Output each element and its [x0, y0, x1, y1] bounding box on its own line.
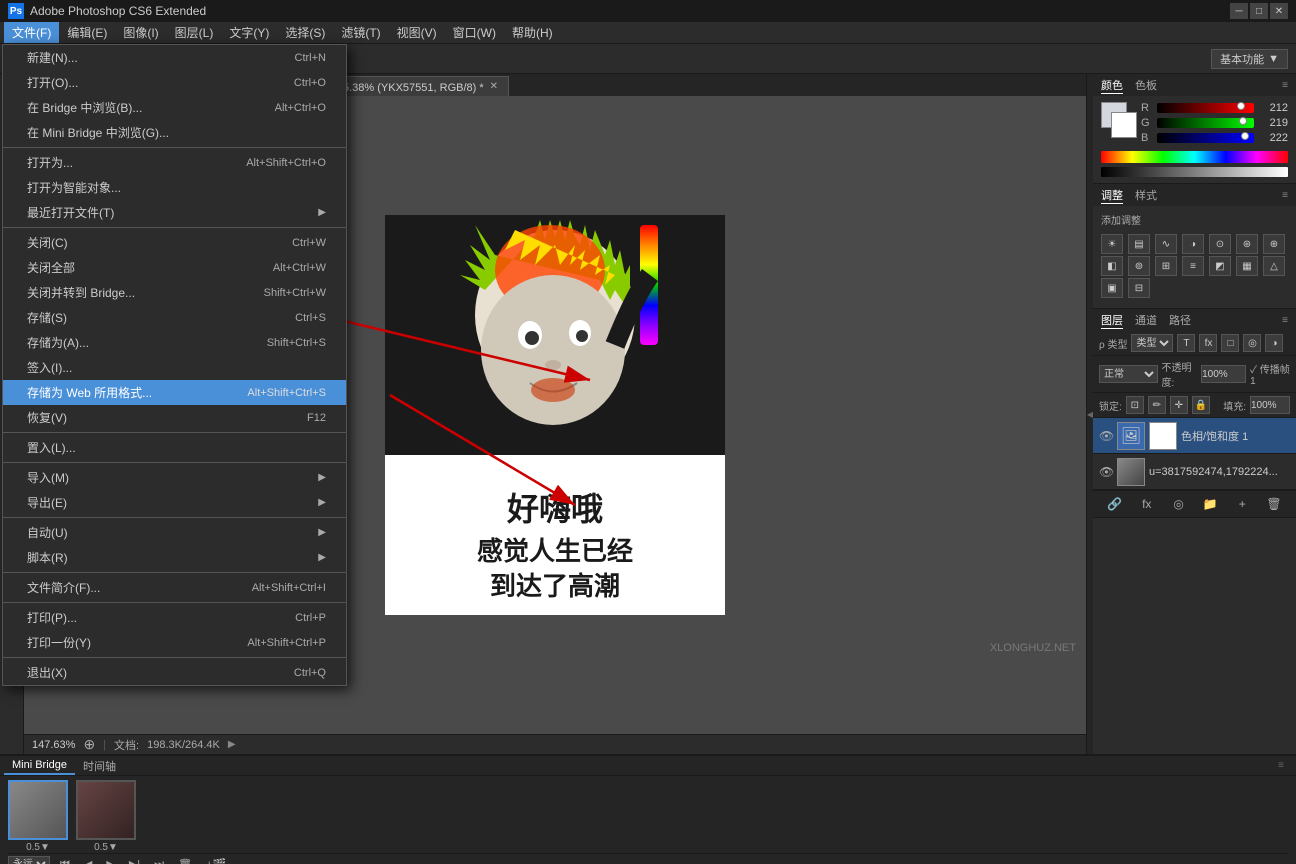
- mini-bridge-content: 0.5▼ 0.5▼ 永远 ⏮ ◀ ▶ ▶| ⏭ 🗑: [0, 776, 1296, 864]
- menu-close-bridge-shortcut: Shift+Ctrl+W: [264, 287, 326, 299]
- sep4: [3, 462, 346, 463]
- menu-recent[interactable]: 最近打开文件(T) ▶: [3, 200, 346, 225]
- nav-next-btn[interactable]: ▶|: [125, 857, 144, 864]
- menu-arrow-annotation: [340, 310, 640, 410]
- menu-close-all-shortcut: Alt+Ctrl+W: [273, 262, 326, 274]
- sep5: [3, 517, 346, 518]
- nav-add-btn[interactable]: +🎬: [202, 857, 230, 864]
- menu-recent-arrow: ▶: [318, 207, 326, 218]
- menu-open-smart-label: 打开为智能对象...: [27, 179, 121, 196]
- menu-print-one-label: 打印一份(Y): [27, 634, 91, 651]
- menu-save-web-label: 存储为 Web 所用格式...: [27, 384, 152, 401]
- menu-export[interactable]: 导出(E) ▶: [3, 490, 346, 515]
- menu-file-info-label: 文件简介(F)...: [27, 579, 100, 596]
- nav-loop-select[interactable]: 永远: [8, 856, 50, 864]
- menu-save[interactable]: 存储(S) Ctrl+S: [3, 305, 346, 330]
- menu-new-label: 新建(N)...: [27, 49, 78, 66]
- mini-bridge-nav: 永远 ⏮ ◀ ▶ ▶| ⏭ 🗑 +🎬: [8, 853, 1288, 864]
- menu-automate[interactable]: 自动(U) ▶: [3, 520, 346, 545]
- menu-mini-bridge-label: 在 Mini Bridge 中浏览(G)...: [27, 124, 169, 141]
- menu-import-arrow: ▶: [318, 472, 326, 483]
- menu-place[interactable]: 置入(L)...: [3, 435, 346, 460]
- menu-open[interactable]: 打开(O)... Ctrl+O: [3, 70, 346, 95]
- menu-print-one-shortcut: Alt+Shift+Ctrl+P: [247, 637, 326, 649]
- menu-scripts-arrow: ▶: [318, 552, 326, 563]
- menu-save-web[interactable]: 存储为 Web 所用格式... Alt+Shift+Ctrl+S: [3, 380, 346, 405]
- menu-scripts[interactable]: 脚本(R) ▶: [3, 545, 346, 570]
- menu-open-label: 打开(O)...: [27, 74, 78, 91]
- thumb2-img: [76, 780, 136, 840]
- menu-checkin-label: 签入(I)...: [27, 359, 72, 376]
- menu-exit-shortcut: Ctrl+Q: [294, 667, 326, 679]
- menu-checkin[interactable]: 签入(I)...: [3, 355, 346, 380]
- thumb1-label[interactable]: 0.5▼: [26, 842, 50, 853]
- menu-overlay[interactable]: 新建(N)... Ctrl+N 打开(O)... Ctrl+O 在 Bridge…: [0, 0, 1296, 774]
- menu-revert-shortcut: F12: [307, 412, 326, 424]
- menu-print-one[interactable]: 打印一份(Y) Alt+Shift+Ctrl+P: [3, 630, 346, 655]
- menu-save-label: 存储(S): [27, 309, 67, 326]
- menu-import[interactable]: 导入(M) ▶: [3, 465, 346, 490]
- menu-file-info-shortcut: Alt+Shift+Ctrl+I: [252, 582, 326, 594]
- nav-delete-btn[interactable]: 🗑: [174, 857, 196, 864]
- menu-import-label: 导入(M): [27, 469, 69, 486]
- menu-close-all[interactable]: 关闭全部 Alt+Ctrl+W: [3, 255, 346, 280]
- menu-close-bridge[interactable]: 关闭并转到 Bridge... Shift+Ctrl+W: [3, 280, 346, 305]
- thumb-item-1[interactable]: 0.5▼: [8, 780, 68, 853]
- thumb1-img: [8, 780, 68, 840]
- menu-exit-label: 退出(X): [27, 664, 67, 681]
- nav-play-btn[interactable]: ▶: [102, 857, 118, 864]
- menu-save-as-label: 存储为(A)...: [27, 334, 89, 351]
- menu-print-label: 打印(P)...: [27, 609, 77, 626]
- menu-automate-arrow: ▶: [318, 527, 326, 538]
- menu-save-as-shortcut: Shift+Ctrl+S: [267, 337, 326, 349]
- menu-close-shortcut: Ctrl+W: [292, 237, 326, 249]
- menu-open-as-shortcut: Alt+Shift+Ctrl+O: [246, 157, 326, 169]
- menu-exit[interactable]: 退出(X) Ctrl+Q: [3, 660, 346, 685]
- nav-start-btn[interactable]: ⏮: [56, 857, 74, 864]
- menu-open-smart[interactable]: 打开为智能对象...: [3, 175, 346, 200]
- menu-revert-label: 恢复(V): [27, 409, 67, 426]
- sep1: [3, 147, 346, 148]
- menu-revert[interactable]: 恢复(V) F12: [3, 405, 346, 430]
- thumb2-label[interactable]: 0.5▼: [94, 842, 118, 853]
- thumb-item-2[interactable]: 0.5▼: [76, 780, 136, 853]
- menu-new[interactable]: 新建(N)... Ctrl+N: [3, 45, 346, 70]
- menu-open-as-label: 打开为...: [27, 154, 73, 171]
- menu-export-label: 导出(E): [27, 494, 67, 511]
- sep3: [3, 432, 346, 433]
- sep2: [3, 227, 346, 228]
- menu-place-label: 置入(L)...: [27, 439, 76, 456]
- menu-close-label: 关闭(C): [27, 234, 68, 251]
- nav-end-btn[interactable]: ⏭: [150, 857, 168, 864]
- menu-export-arrow: ▶: [318, 497, 326, 508]
- menu-print-shortcut: Ctrl+P: [295, 612, 326, 624]
- menu-open-as[interactable]: 打开为... Alt+Shift+Ctrl+O: [3, 150, 346, 175]
- menu-close-bridge-label: 关闭并转到 Bridge...: [27, 284, 135, 301]
- menu-scripts-label: 脚本(R): [27, 549, 68, 566]
- menu-bridge-label: 在 Bridge 中浏览(B)...: [27, 99, 142, 116]
- file-dropdown-menu: 新建(N)... Ctrl+N 打开(O)... Ctrl+O 在 Bridge…: [2, 44, 347, 686]
- menu-save-web-shortcut: Alt+Shift+Ctrl+S: [247, 387, 326, 399]
- menu-file-info[interactable]: 文件简介(F)... Alt+Shift+Ctrl+I: [3, 575, 346, 600]
- sep7: [3, 602, 346, 603]
- menu-automate-label: 自动(U): [27, 524, 68, 541]
- menu-open-shortcut: Ctrl+O: [294, 77, 326, 89]
- sep8: [3, 657, 346, 658]
- menu-bridge[interactable]: 在 Bridge 中浏览(B)... Alt+Ctrl+O: [3, 95, 346, 120]
- menu-close[interactable]: 关闭(C) Ctrl+W: [3, 230, 346, 255]
- menu-save-as[interactable]: 存储为(A)... Shift+Ctrl+S: [3, 330, 346, 355]
- menu-close-all-label: 关闭全部: [27, 259, 75, 276]
- menu-bridge-shortcut: Alt+Ctrl+O: [275, 102, 326, 114]
- menu-save-shortcut: Ctrl+S: [295, 312, 326, 324]
- menu-mini-bridge[interactable]: 在 Mini Bridge 中浏览(G)...: [3, 120, 346, 145]
- menu-new-shortcut: Ctrl+N: [295, 52, 326, 64]
- menu-print[interactable]: 打印(P)... Ctrl+P: [3, 605, 346, 630]
- menu-recent-label: 最近打开文件(T): [27, 204, 114, 221]
- nav-prev-btn[interactable]: ◀: [80, 857, 96, 864]
- sep6: [3, 572, 346, 573]
